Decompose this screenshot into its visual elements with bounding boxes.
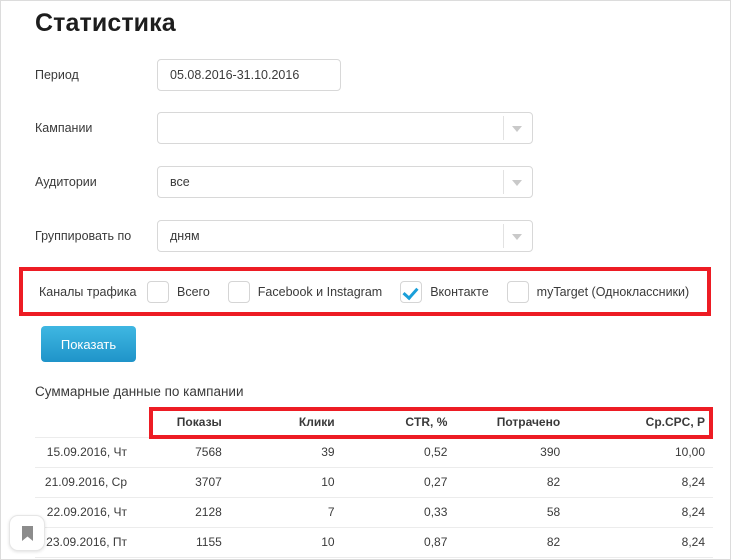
field-label-group-by: Группировать по (35, 229, 132, 243)
report-section-title: Суммарные данные по кампании (35, 384, 244, 399)
table-row: 22.09.2016, Чт 2128 7 0,33 58 8,24 (35, 497, 713, 527)
table-header-row: Показы Клики CTR, % Потрачено Ср.CPC, Р (35, 407, 713, 437)
field-label-audiences: Аудитории (35, 175, 97, 189)
cell-clicks: 10 (321, 535, 335, 549)
bookmark-button[interactable] (9, 515, 45, 551)
form-row-group-by: Группировать по дням (35, 220, 533, 252)
show-button[interactable]: Показать (41, 326, 136, 362)
statistics-page: Статистика Период 05.08.2016-31.10.2016 … (0, 0, 731, 560)
checkbox-label-mytarget: myTarget (Одноклассники) (536, 284, 690, 299)
select-separator (503, 116, 504, 140)
cell-spent: 390 (540, 445, 561, 459)
cell-ctr: 0,52 (424, 445, 448, 459)
cell-date: 22.09.2016, Чт (46, 505, 127, 519)
audiences-select[interactable]: все (157, 166, 533, 198)
form-row-campaigns: Кампании (35, 112, 533, 144)
cell-cpc: 8,24 (681, 475, 705, 489)
cell-date: 21.09.2016, Ср (44, 475, 127, 489)
summary-table: Показы Клики CTR, % Потрачено Ср.CPC, Р … (35, 407, 713, 558)
cell-date: 23.09.2016, Пт (46, 535, 127, 549)
checkbox-total[interactable] (147, 280, 169, 303)
table-row: 15.09.2016, Чт 7568 39 0,52 390 10,00 (35, 437, 713, 467)
cell-cpc: 8,24 (681, 535, 705, 549)
column-header-cpc: Ср.CPC, Р (645, 414, 705, 429)
select-separator (503, 170, 504, 194)
traffic-channels-row: Каналы трафика Всего Facebook и Instagra… (19, 267, 711, 316)
cell-ctr: 0,27 (424, 475, 448, 489)
channel-option-mytarget[interactable]: myTarget (Одноклассники) (506, 280, 690, 303)
cell-spent: 82 (546, 535, 561, 549)
checkbox-vkontakte[interactable] (400, 280, 423, 303)
column-header-ctr: CTR, % (405, 414, 448, 429)
period-value: 05.08.2016-31.10.2016 (170, 68, 300, 82)
field-label-campaigns: Кампании (35, 121, 93, 135)
checkbox-label-vkontakte: Вконтакте (430, 284, 489, 299)
channel-option-vkontakte[interactable]: Вконтакте (400, 280, 489, 303)
group-by-select[interactable]: дням (157, 220, 533, 252)
checkbox-mytarget[interactable] (506, 280, 529, 303)
cell-spent: 82 (546, 475, 561, 489)
channel-option-total[interactable]: Всего (147, 280, 210, 303)
audiences-value: все (170, 175, 190, 189)
cell-clicks: 7 (327, 505, 335, 519)
checkbox-label-facebook-instagram: Facebook и Instagram (257, 284, 383, 299)
cell-impressions: 3707 (195, 475, 222, 489)
period-input[interactable]: 05.08.2016-31.10.2016 (157, 59, 341, 91)
cell-clicks: 10 (321, 475, 335, 489)
traffic-channels-label: Каналы трафика (39, 284, 137, 299)
form-row-audiences: Аудитории все (35, 166, 533, 198)
cell-cpc: 8,24 (681, 505, 705, 519)
column-header-spent: Потрачено (496, 414, 561, 429)
campaigns-select[interactable] (157, 112, 533, 144)
table-row: 21.09.2016, Ср 3707 10 0,27 82 8,24 (35, 467, 713, 497)
cell-ctr: 0,87 (424, 535, 448, 549)
cell-ctr: 0,33 (424, 505, 448, 519)
cell-spent: 58 (546, 505, 561, 519)
cell-impressions: 1155 (195, 535, 222, 549)
checkbox-facebook-instagram[interactable] (227, 280, 250, 303)
field-label-period: Период (35, 68, 79, 82)
chevron-down-icon[interactable] (512, 180, 522, 186)
cell-clicks: 39 (321, 445, 335, 459)
page-title: Статистика (35, 9, 176, 37)
channel-option-facebook-instagram[interactable]: Facebook и Instagram (227, 280, 383, 303)
cell-impressions: 7568 (195, 445, 222, 459)
group-by-value: дням (170, 229, 200, 243)
column-header-clicks: Клики (298, 414, 335, 429)
bookmark-icon (21, 525, 33, 541)
chevron-down-icon[interactable] (512, 234, 522, 240)
chevron-down-icon[interactable] (512, 126, 522, 132)
cell-cpc: 10,00 (674, 445, 705, 459)
column-header-impressions: Показы (176, 414, 222, 429)
select-separator (503, 224, 504, 248)
cell-date: 15.09.2016, Чт (46, 445, 127, 459)
cell-impressions: 2128 (195, 505, 222, 519)
form-row-period: Период 05.08.2016-31.10.2016 (35, 59, 341, 91)
table-row: 23.09.2016, Пт 1155 10 0,87 82 8,24 (35, 527, 713, 557)
column-header-date (35, 407, 149, 437)
checkbox-label-total: Всего (177, 284, 210, 299)
